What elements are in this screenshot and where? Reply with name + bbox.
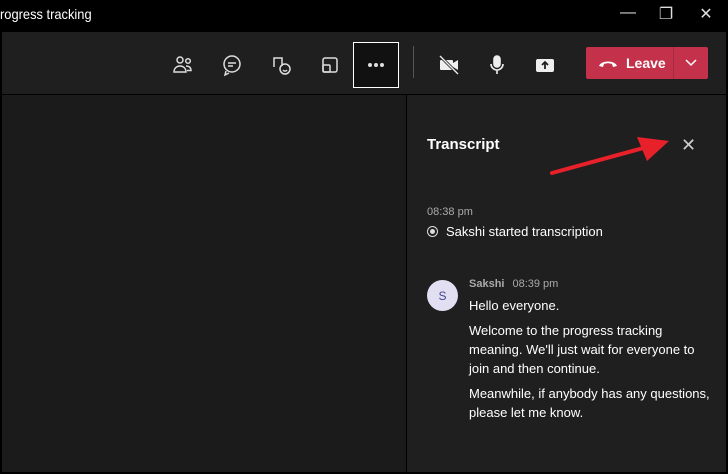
transcript-panel: Transcript ✕ 08:38 pm Sakshi started tra…: [407, 95, 726, 472]
hang-up-icon: [599, 61, 617, 67]
event-timestamp: 08:38 pm: [427, 206, 473, 218]
more-options-button[interactable]: [353, 42, 399, 88]
participants-icon[interactable]: [160, 42, 206, 88]
chevron-down-icon: [685, 59, 697, 67]
maximize-button[interactable]: ❐: [654, 4, 678, 24]
event-text: Sakshi started transcription: [446, 224, 603, 239]
share-screen-icon[interactable]: [522, 42, 568, 88]
window-close-button[interactable]: ✕: [694, 4, 718, 24]
message-paragraph: Meanwhile, if anybody has any questions,…: [469, 386, 710, 420]
transcription-started-event: Sakshi started transcription: [427, 224, 603, 239]
minimize-button[interactable]: —: [616, 4, 640, 24]
leave-label: Leave: [626, 55, 666, 71]
title-bar: rogress tracking — ❐ ✕: [0, 0, 728, 31]
toolbar-divider: [413, 46, 414, 78]
camera-off-icon[interactable]: [426, 42, 472, 88]
transcript-title: Transcript: [427, 136, 500, 153]
share-view-icon[interactable]: [307, 42, 353, 88]
message-author: Sakshi: [469, 278, 505, 290]
avatar: S: [427, 280, 458, 311]
leave-options-dropdown[interactable]: [674, 59, 708, 67]
message-time: 08:39 pm: [512, 278, 559, 290]
meeting-stage: [2, 95, 406, 472]
raise-hand-reactions-icon[interactable]: [258, 42, 304, 88]
message-paragraph: Welcome to the progress tracking meaning…: [469, 323, 695, 376]
chat-icon[interactable]: [209, 42, 255, 88]
transcript-message: Sakshi 08:39 pm Hello everyone. Welcome t…: [469, 278, 714, 422]
red-arrow-annotation: [550, 137, 669, 175]
record-icon: [427, 226, 438, 237]
leave-button-group: Leave: [586, 47, 708, 79]
leave-button[interactable]: Leave: [586, 47, 674, 79]
close-transcript-button[interactable]: ✕: [681, 135, 696, 156]
microphone-icon[interactable]: [474, 42, 520, 88]
message-paragraph: Hello everyone.: [469, 298, 560, 313]
window-title: rogress tracking: [0, 6, 92, 22]
meeting-toolbar: Leave: [2, 32, 726, 94]
